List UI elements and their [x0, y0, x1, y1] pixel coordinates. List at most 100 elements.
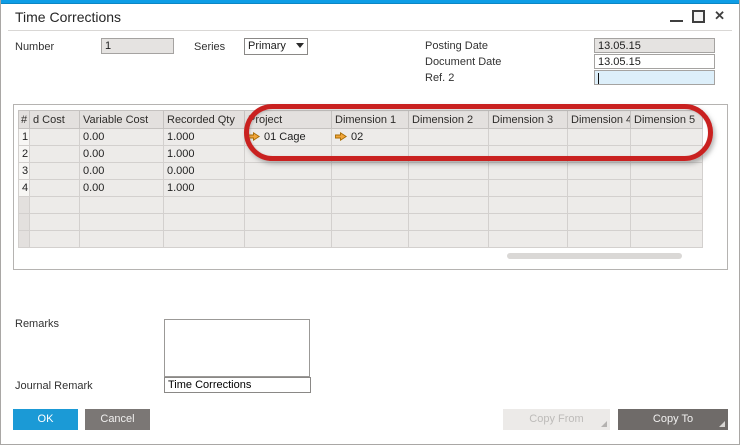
corrections-table: # d Cost Variable Cost Recorded Qty Proj…: [18, 110, 703, 248]
row-number-cell[interactable]: 4: [18, 179, 30, 197]
table-cell[interactable]: [630, 128, 703, 146]
table-cell[interactable]: [244, 230, 332, 248]
document-date-field[interactable]: 13.05.15: [594, 54, 715, 69]
table-cell[interactable]: [29, 196, 80, 214]
ok-button[interactable]: OK: [13, 409, 78, 430]
table-cell[interactable]: [488, 213, 568, 231]
table-cell[interactable]: [163, 196, 245, 214]
table-cell[interactable]: [408, 145, 489, 163]
table-cell[interactable]: [29, 179, 80, 197]
table-cell[interactable]: 0.00: [79, 162, 164, 180]
table-cell[interactable]: [29, 128, 80, 146]
table-cell[interactable]: [567, 213, 631, 231]
table-cell[interactable]: [488, 162, 568, 180]
table-cell[interactable]: 0.00: [79, 128, 164, 146]
table-cell[interactable]: 02: [331, 128, 409, 146]
table-cell[interactable]: [331, 213, 409, 231]
table-cell[interactable]: 01 Cage: [244, 128, 332, 146]
table-cell[interactable]: [408, 213, 489, 231]
maximize-icon[interactable]: [692, 9, 706, 23]
column-header-recorded-qty[interactable]: Recorded Qty: [163, 110, 245, 129]
column-header-hash[interactable]: #: [18, 110, 30, 129]
table-cell[interactable]: [29, 213, 80, 231]
table-cell[interactable]: [331, 145, 409, 163]
table-cell[interactable]: [408, 196, 489, 214]
table-cell[interactable]: 0.00: [79, 179, 164, 197]
series-select[interactable]: Primary: [244, 38, 308, 55]
table-cell[interactable]: [488, 128, 568, 146]
horizontal-scrollbar-thumb[interactable]: [507, 253, 682, 259]
table-cell[interactable]: [630, 145, 703, 163]
table-cell[interactable]: [79, 213, 164, 231]
column-header-dimension-3[interactable]: Dimension 3: [488, 110, 568, 129]
window-accent-bar: [1, 0, 739, 4]
table-cell[interactable]: [331, 230, 409, 248]
posting-date-field[interactable]: 13.05.15: [594, 38, 715, 53]
table-cell[interactable]: [567, 179, 631, 197]
table-cell[interactable]: [488, 145, 568, 163]
column-header-dimension-1[interactable]: Dimension 1: [331, 110, 409, 129]
link-arrow-icon[interactable]: [248, 131, 261, 144]
table-cell[interactable]: [244, 196, 332, 214]
table-cell[interactable]: [29, 230, 80, 248]
table-cell[interactable]: [79, 230, 164, 248]
remarks-textarea[interactable]: [164, 319, 310, 377]
table-cell[interactable]: [630, 179, 703, 197]
table-cell[interactable]: [408, 162, 489, 180]
column-header-dimension-2[interactable]: Dimension 2: [408, 110, 489, 129]
table-cell[interactable]: 0.000: [163, 162, 245, 180]
table-cell[interactable]: [488, 179, 568, 197]
journal-remark-field[interactable]: Time Corrections: [164, 377, 311, 393]
table-cell[interactable]: [79, 196, 164, 214]
cancel-button[interactable]: Cancel: [85, 409, 150, 430]
table-cell[interactable]: [488, 196, 568, 214]
table-cell[interactable]: [244, 145, 332, 163]
row-number-cell[interactable]: 3: [18, 162, 30, 180]
table-cell[interactable]: 1.000: [163, 179, 245, 197]
table-cell[interactable]: [29, 162, 80, 180]
table-cell[interactable]: [163, 230, 245, 248]
column-header-cost[interactable]: d Cost: [29, 110, 80, 129]
table-cell[interactable]: [567, 145, 631, 163]
table-cell[interactable]: 1.000: [163, 128, 245, 146]
table-cell[interactable]: [567, 230, 631, 248]
table-cell[interactable]: [567, 196, 631, 214]
row-number-cell[interactable]: 2: [18, 145, 30, 163]
table-header-row: # d Cost Variable Cost Recorded Qty Proj…: [18, 110, 703, 129]
table-cell[interactable]: [408, 128, 489, 146]
column-header-variable-cost[interactable]: Variable Cost: [79, 110, 164, 129]
row-number-cell[interactable]: [18, 230, 30, 248]
row-number-cell[interactable]: [18, 213, 30, 231]
number-field[interactable]: 1: [101, 38, 174, 54]
table-cell[interactable]: [408, 179, 489, 197]
minimize-icon[interactable]: [670, 8, 684, 24]
table-cell[interactable]: 0.00: [79, 145, 164, 163]
copy-from-button[interactable]: Copy From: [503, 409, 610, 430]
column-header-project[interactable]: Project: [244, 110, 332, 129]
row-number-cell[interactable]: [18, 196, 30, 214]
table-cell[interactable]: 1.000: [163, 145, 245, 163]
table-cell[interactable]: [244, 162, 332, 180]
table-cell[interactable]: [163, 213, 245, 231]
table-cell[interactable]: [331, 162, 409, 180]
ref2-field[interactable]: [594, 70, 715, 85]
table-cell[interactable]: [408, 230, 489, 248]
table-cell[interactable]: [488, 230, 568, 248]
close-icon[interactable]: ✕: [714, 8, 725, 24]
table-cell[interactable]: [29, 145, 80, 163]
column-header-dimension-5[interactable]: Dimension 5: [630, 110, 703, 129]
copy-to-button[interactable]: Copy To: [618, 409, 728, 430]
table-cell[interactable]: [567, 128, 631, 146]
table-cell[interactable]: [630, 230, 703, 248]
table-cell[interactable]: [567, 162, 631, 180]
table-cell[interactable]: [630, 213, 703, 231]
table-cell[interactable]: [244, 213, 332, 231]
table-cell[interactable]: [630, 162, 703, 180]
column-header-dimension-4[interactable]: Dimension 4: [567, 110, 631, 129]
table-cell[interactable]: [331, 179, 409, 197]
table-cell[interactable]: [630, 196, 703, 214]
table-cell[interactable]: [244, 179, 332, 197]
row-number-cell[interactable]: 1: [18, 128, 30, 146]
link-arrow-icon[interactable]: [335, 131, 348, 144]
table-cell[interactable]: [331, 196, 409, 214]
